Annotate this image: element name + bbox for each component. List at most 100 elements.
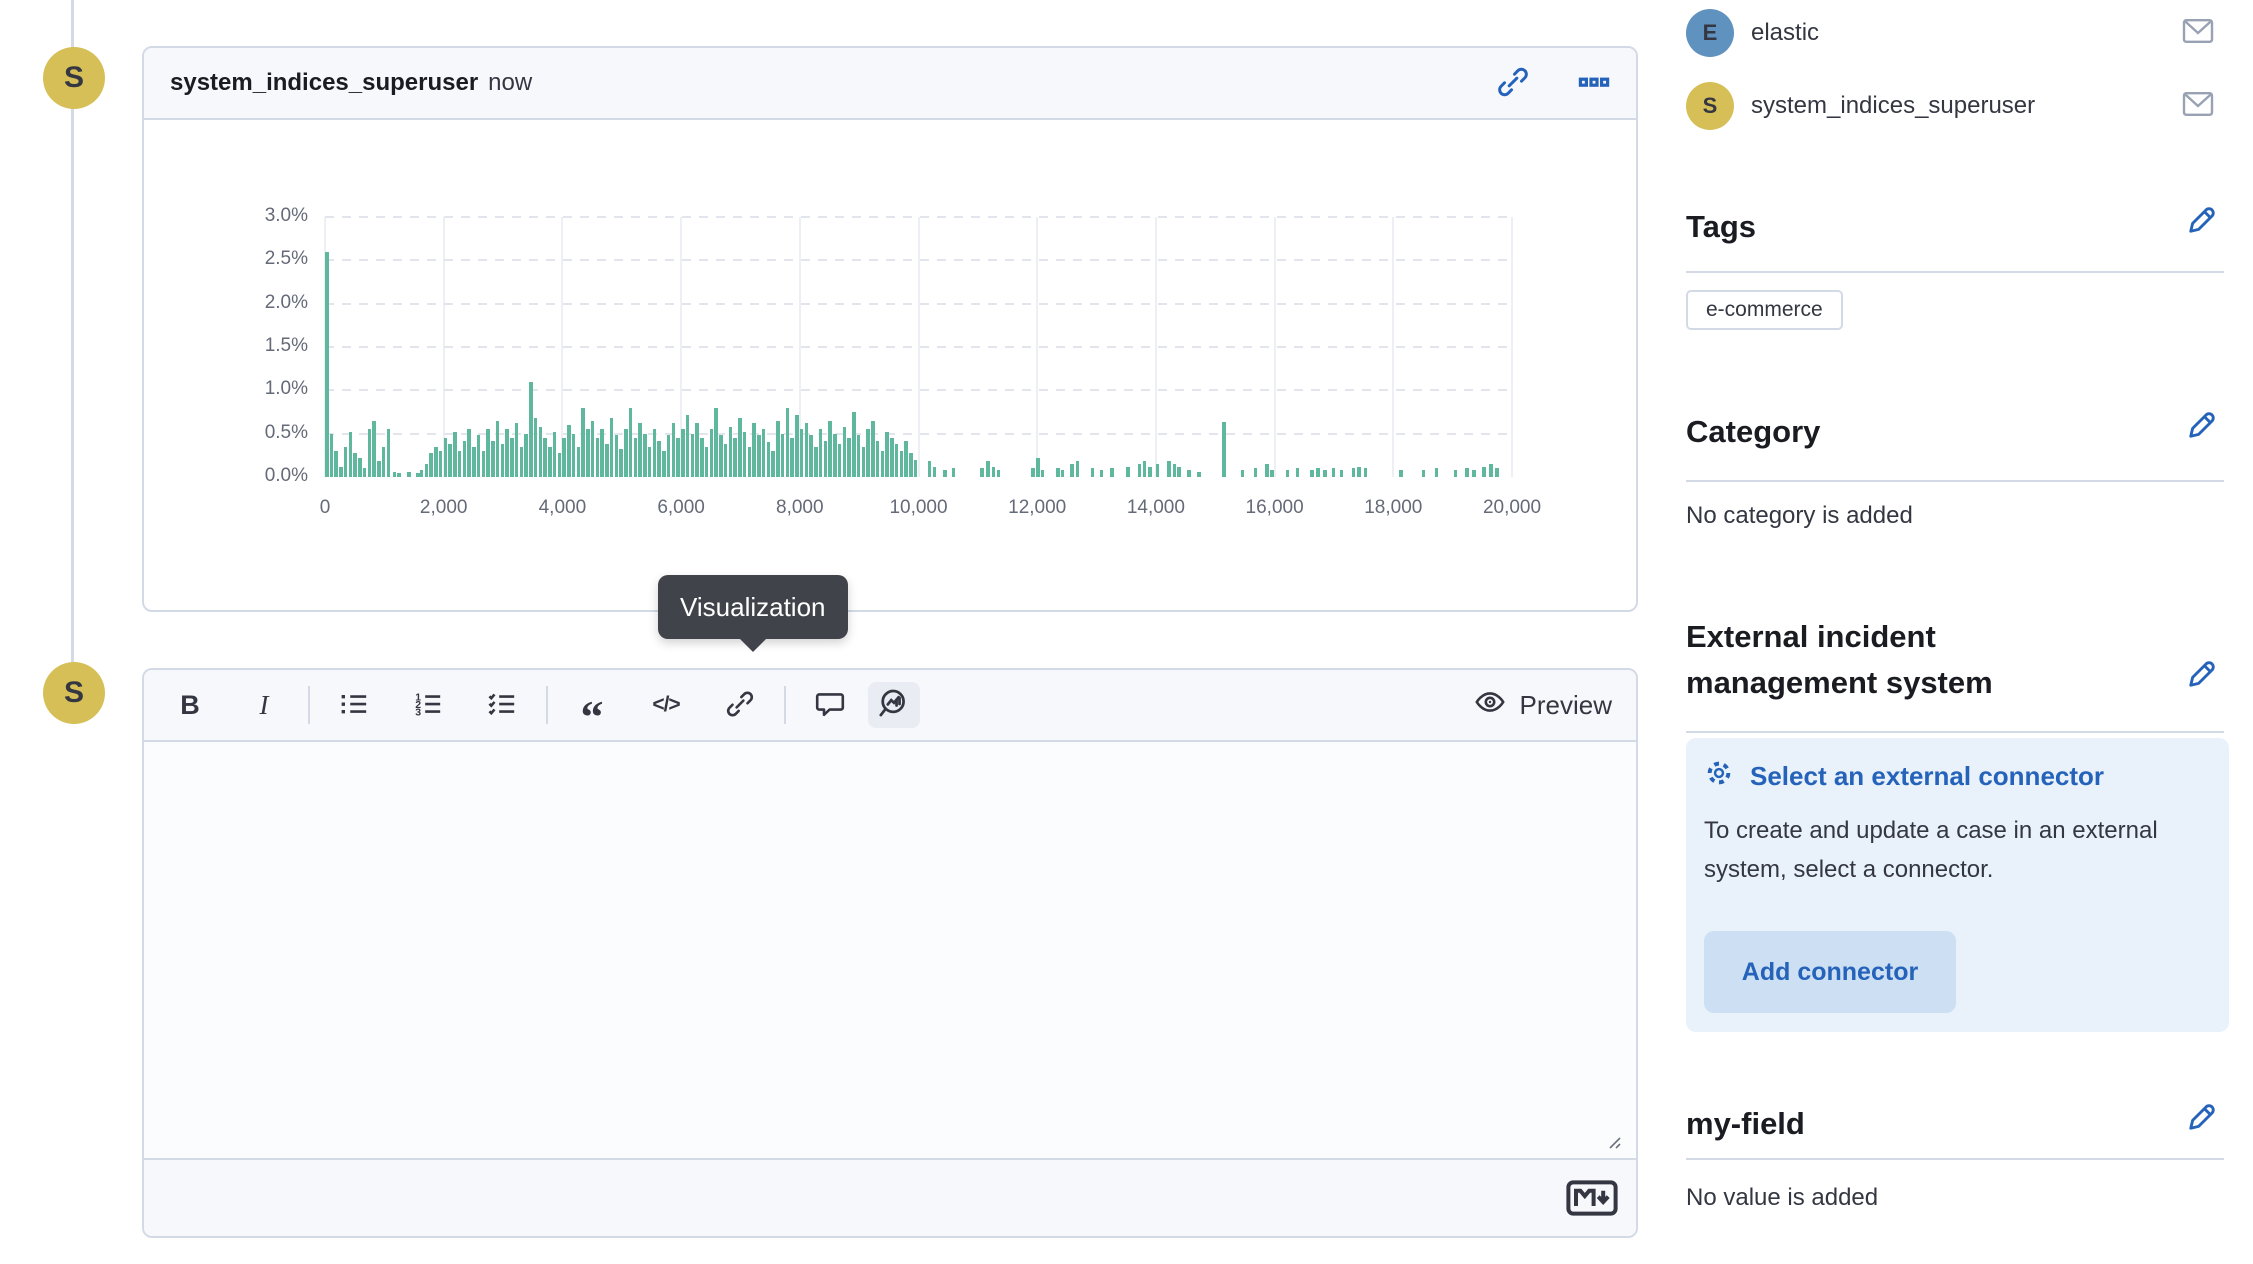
histogram-bar bbox=[771, 451, 775, 477]
histogram-bar bbox=[1310, 470, 1314, 477]
histogram-bar bbox=[871, 421, 875, 477]
external-section-header: External incident management system bbox=[1686, 614, 2224, 706]
histogram-bar bbox=[852, 412, 856, 477]
histogram-bar bbox=[453, 432, 457, 477]
histogram-bar bbox=[838, 444, 842, 477]
histogram-bar bbox=[952, 468, 956, 477]
category-title: Category bbox=[1686, 409, 1820, 455]
link-icon bbox=[725, 689, 755, 722]
avatar-initial: S bbox=[64, 61, 84, 95]
histogram-bar bbox=[477, 435, 481, 477]
bold-icon: B bbox=[180, 690, 200, 721]
y-tick-label: 0.0% bbox=[188, 465, 308, 487]
italic-button[interactable]: I bbox=[242, 683, 286, 727]
edit-tags-pencil-icon[interactable] bbox=[2185, 204, 2218, 242]
histogram-bar bbox=[1056, 468, 1060, 477]
histogram-bar bbox=[510, 438, 514, 477]
task-list-icon bbox=[487, 689, 517, 722]
histogram-bar bbox=[795, 415, 799, 477]
gridline-horizontal bbox=[325, 389, 1512, 391]
my-field-empty-text: No value is added bbox=[1686, 1184, 1878, 1212]
unordered-list-button[interactable] bbox=[332, 683, 376, 727]
external-title: External incident management system bbox=[1686, 614, 2046, 706]
gridline-horizontal bbox=[325, 346, 1512, 348]
histogram-bar bbox=[857, 435, 861, 477]
y-tick-label: 1.5% bbox=[188, 335, 308, 357]
histogram-bar bbox=[1482, 467, 1486, 477]
editor-toolbar: B I bbox=[144, 670, 1636, 742]
insert-link-button[interactable] bbox=[718, 683, 762, 727]
histogram-bar bbox=[1472, 470, 1476, 477]
histogram-bar bbox=[1357, 467, 1361, 477]
tags-section-header: Tags bbox=[1686, 204, 2224, 250]
histogram-bar bbox=[393, 472, 397, 477]
markdown-textarea[interactable] bbox=[144, 742, 1636, 1158]
visualization-button[interactable] bbox=[868, 682, 920, 728]
histogram-bar bbox=[824, 441, 828, 477]
histogram-bar bbox=[904, 441, 908, 477]
histogram-bar bbox=[1495, 468, 1499, 477]
comment-timestamp: now bbox=[488, 69, 532, 97]
histogram-bar bbox=[586, 429, 590, 477]
user-name: elastic bbox=[1751, 19, 1819, 47]
permalink-button[interactable] bbox=[1496, 65, 1530, 102]
gridline-horizontal bbox=[325, 259, 1512, 261]
svg-text:3: 3 bbox=[415, 706, 421, 718]
histogram-bar bbox=[805, 423, 809, 477]
divider bbox=[1686, 731, 2224, 733]
gridline-horizontal bbox=[325, 216, 1512, 218]
add-comment-button[interactable] bbox=[808, 683, 852, 727]
envelope-icon[interactable] bbox=[2182, 90, 2214, 123]
histogram-bar bbox=[885, 432, 889, 477]
task-list-button[interactable] bbox=[480, 683, 524, 727]
histogram-bar bbox=[1270, 470, 1274, 477]
histogram-bar bbox=[553, 432, 557, 477]
x-tick-label: 16,000 bbox=[1220, 497, 1330, 519]
bold-button[interactable]: B bbox=[168, 683, 212, 727]
histogram-bar bbox=[439, 451, 443, 477]
histogram-bar bbox=[448, 444, 452, 477]
add-connector-button[interactable]: Add connector bbox=[1704, 931, 1956, 1013]
histogram-bar bbox=[1296, 468, 1300, 477]
edit-category-pencil-icon[interactable] bbox=[2185, 409, 2218, 447]
x-tick-label: 6,000 bbox=[626, 497, 736, 519]
histogram-bar bbox=[762, 429, 766, 477]
envelope-icon[interactable] bbox=[2182, 17, 2214, 50]
histogram-bar bbox=[377, 461, 381, 477]
histogram-bar bbox=[700, 438, 704, 477]
quote-icon: “ bbox=[581, 712, 604, 722]
actions-menu-button[interactable] bbox=[1578, 66, 1610, 101]
histogram-bar bbox=[686, 415, 690, 477]
histogram-bar bbox=[368, 429, 372, 477]
histogram-bar bbox=[467, 429, 471, 477]
code-button[interactable]: </> bbox=[644, 683, 688, 727]
histogram-bar bbox=[382, 447, 386, 477]
select-connector-link[interactable]: Select an external connector bbox=[1704, 758, 2211, 795]
histogram-bar bbox=[757, 435, 761, 477]
histogram-bar bbox=[1036, 458, 1040, 477]
histogram-bar bbox=[895, 444, 899, 477]
case-sidebar: E elastic S system_indices_superuser bbox=[1686, 0, 2224, 1264]
histogram-bar bbox=[605, 444, 609, 477]
ellipsis-icon bbox=[1578, 66, 1610, 101]
category-section-header: Category bbox=[1686, 409, 2224, 455]
histogram-bar bbox=[425, 464, 429, 477]
histogram-bar bbox=[1222, 422, 1226, 477]
edit-my-field-pencil-icon[interactable] bbox=[2185, 1101, 2218, 1139]
ordered-list-icon: 123 bbox=[413, 689, 443, 722]
histogram-bar bbox=[909, 453, 913, 477]
ordered-list-button[interactable]: 123 bbox=[406, 683, 450, 727]
connector-callout-panel: Select an external connector To create a… bbox=[1686, 738, 2229, 1032]
edit-external-pencil-icon[interactable] bbox=[2185, 658, 2218, 696]
histogram-bar bbox=[719, 435, 723, 477]
link-icon bbox=[1496, 65, 1530, 102]
preview-button[interactable]: Preview bbox=[1474, 686, 1612, 725]
x-tick-label: 18,000 bbox=[1338, 497, 1448, 519]
histogram-bar bbox=[353, 453, 357, 477]
histogram-bar bbox=[900, 451, 904, 477]
avatar: S bbox=[1686, 82, 1734, 130]
quote-button[interactable]: “ bbox=[570, 683, 614, 727]
histogram-bar bbox=[548, 447, 552, 477]
histogram-bar bbox=[1340, 470, 1344, 477]
resize-handle-icon[interactable] bbox=[1602, 1134, 1622, 1150]
